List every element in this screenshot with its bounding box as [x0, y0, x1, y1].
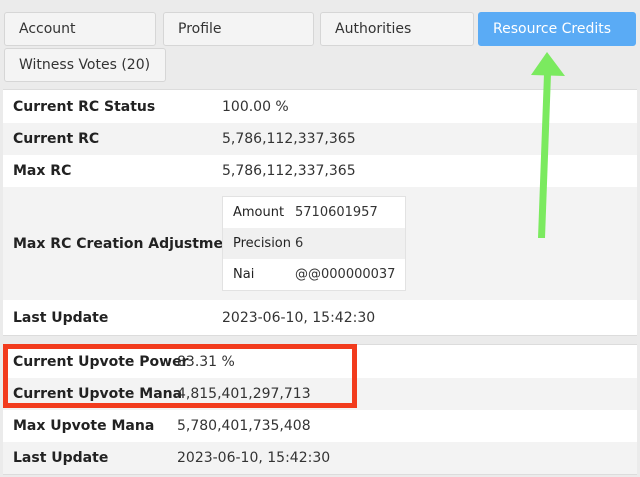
- max-upvote-mana-value: 5,780,401,735,408: [177, 418, 311, 434]
- adjustment-amount-value: 5710601957: [295, 205, 378, 220]
- upvote-mana-label: Current Upvote Mana: [13, 386, 183, 402]
- adjustment-table: Amount 5710601957 Precision 6 Nai @@0000…: [222, 196, 406, 291]
- current-rc-label: Current RC: [13, 131, 100, 147]
- current-rc-value: 5,786,112,337,365: [222, 131, 356, 147]
- upvote-mana-value: 4,815,401,297,713: [177, 386, 311, 402]
- max-rc-label: Max RC: [13, 163, 72, 179]
- tab-profile[interactable]: Profile: [163, 12, 314, 46]
- rc-last-update-label: Last Update: [13, 309, 109, 326]
- adjustment-amount-label: Amount: [233, 205, 285, 220]
- upvote-power-value: 83.31 %: [177, 353, 235, 370]
- rc-last-update-row: Last Update 2023-06-10, 15:42:30: [3, 300, 637, 335]
- upvote-panel: Current Upvote Power 83.31 % Current Upv…: [3, 344, 637, 475]
- upvote-last-update-value: 2023-06-10, 15:42:30: [177, 450, 331, 466]
- max-rc-adjustment-label: Max RC Creation Adjustment: [13, 235, 240, 252]
- adjustment-precision-row: Precision 6: [223, 228, 405, 259]
- max-rc-value: 5,786,112,337,365: [222, 163, 356, 179]
- upvote-power-row: Current Upvote Power 83.31 %: [3, 345, 637, 378]
- adjustment-nai-value: @@000000037: [295, 267, 396, 282]
- adjustment-nai-label: Nai: [233, 267, 255, 282]
- tab-authorities[interactable]: Authorities: [320, 12, 474, 46]
- tab-resource-credits[interactable]: Resource Credits: [478, 12, 636, 46]
- max-upvote-mana-row: Max Upvote Mana 5,780,401,735,408: [3, 410, 637, 442]
- tab-account[interactable]: Account: [4, 12, 156, 46]
- adjustment-amount-row: Amount 5710601957: [223, 197, 405, 228]
- upvote-power-label: Current Upvote Power: [13, 353, 189, 370]
- up-arrow-icon: [531, 52, 565, 238]
- adjustment-nai-row: Nai @@000000037: [223, 259, 405, 290]
- rc-status-value: 100.00 %: [222, 98, 289, 115]
- max-upvote-mana-label: Max Upvote Mana: [13, 418, 155, 434]
- up-arrow-head: [531, 52, 565, 76]
- up-arrow-shaft: [538, 74, 551, 238]
- upvote-last-update-label: Last Update: [13, 450, 109, 466]
- adjustment-precision-value: 6: [295, 236, 304, 251]
- rc-last-update-value: 2023-06-10, 15:42:30: [222, 309, 376, 326]
- rc-status-label: Current RC Status: [13, 98, 156, 115]
- upvote-last-update-row: Last Update 2023-06-10, 15:42:30: [3, 442, 637, 474]
- upvote-mana-row: Current Upvote Mana 4,815,401,297,713: [3, 378, 637, 410]
- adjustment-precision-label: Precision: [233, 236, 292, 251]
- tab-witness-votes[interactable]: Witness Votes (20): [4, 48, 166, 82]
